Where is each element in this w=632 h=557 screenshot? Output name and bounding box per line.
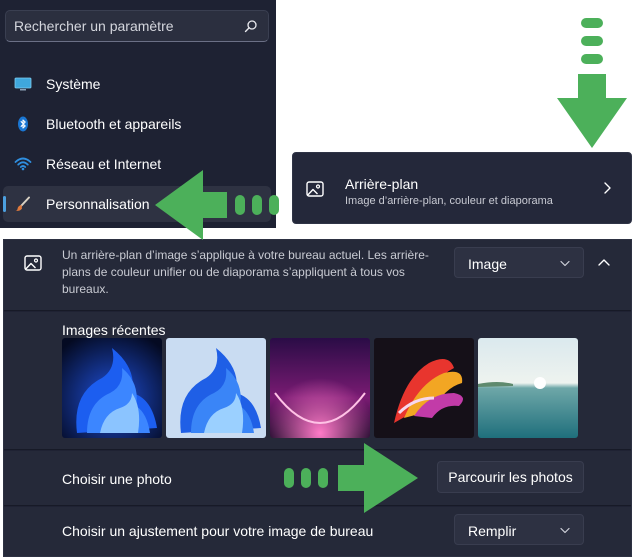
dropdown-value: Remplir [468, 523, 517, 539]
card-subtitle: Image d’arrière-plan, couleur et diapora… [345, 195, 553, 207]
search-icon[interactable] [244, 19, 258, 33]
browse-photos-button[interactable]: Parcourir les photos [437, 461, 584, 493]
recent-image-thumbnail[interactable] [62, 338, 162, 438]
fit-row: Choisir un ajustement pour votre image d… [4, 507, 631, 556]
monitor-icon [14, 77, 32, 91]
sidebar-item-label: Système [46, 76, 101, 92]
paintbrush-icon [15, 196, 30, 211]
background-description: Un arrière-plan d’image s’applique à vot… [62, 248, 429, 296]
search-box[interactable] [5, 10, 269, 42]
choose-photo-label: Choisir une photo [62, 471, 172, 487]
chevron-up-icon[interactable] [597, 257, 611, 267]
search-input[interactable] [6, 11, 236, 41]
recent-image-thumbnail[interactable] [374, 338, 474, 438]
chevron-down-icon [560, 527, 570, 534]
recent-images-section: Images récentes [4, 312, 631, 450]
recent-image-thumbnail[interactable] [270, 338, 370, 438]
sidebar-item-label: Personnalisation [46, 196, 150, 212]
sidebar-item-label: Réseau et Internet [46, 156, 162, 172]
fit-label: Choisir un ajustement pour votre image d… [62, 523, 374, 539]
card-title: Arrière-plan [345, 176, 419, 192]
background-type-row: Un arrière-plan d’image s’applique à vot… [4, 240, 631, 311]
picture-icon [24, 255, 42, 271]
choose-photo-row: Choisir une photo Parcourir les photos [4, 451, 631, 506]
background-type-dropdown[interactable]: Image [454, 247, 584, 278]
sidebar-item-personalization[interactable]: Personnalisation [3, 186, 271, 222]
wifi-icon [14, 157, 32, 171]
recent-image-thumbnail[interactable] [166, 338, 266, 438]
annotation-arrow-down [557, 18, 627, 148]
sidebar-item-label: Bluetooth et appareils [46, 116, 182, 132]
sidebar-item-bluetooth[interactable]: Bluetooth et appareils [3, 106, 271, 142]
sidebar-item-system[interactable]: Système [3, 66, 271, 102]
chevron-right-icon[interactable] [601, 181, 613, 195]
background-settings-panel: Un arrière-plan d’image s’applique à vot… [3, 239, 632, 557]
recent-images-title: Images récentes [62, 322, 166, 338]
fit-dropdown[interactable]: Remplir [454, 514, 584, 545]
sidebar-item-network[interactable]: Réseau et Internet [3, 146, 271, 182]
selection-indicator [3, 196, 6, 212]
dropdown-value: Image [468, 256, 507, 272]
settings-sidebar: Système Bluetooth et appareils Réseau et… [0, 0, 276, 228]
background-card[interactable]: Arrière-plan Image d’arrière-plan, coule… [292, 152, 632, 224]
bluetooth-icon [18, 116, 28, 132]
recent-image-thumbnail[interactable] [478, 338, 578, 438]
picture-icon [306, 181, 324, 197]
chevron-down-icon [560, 260, 570, 267]
